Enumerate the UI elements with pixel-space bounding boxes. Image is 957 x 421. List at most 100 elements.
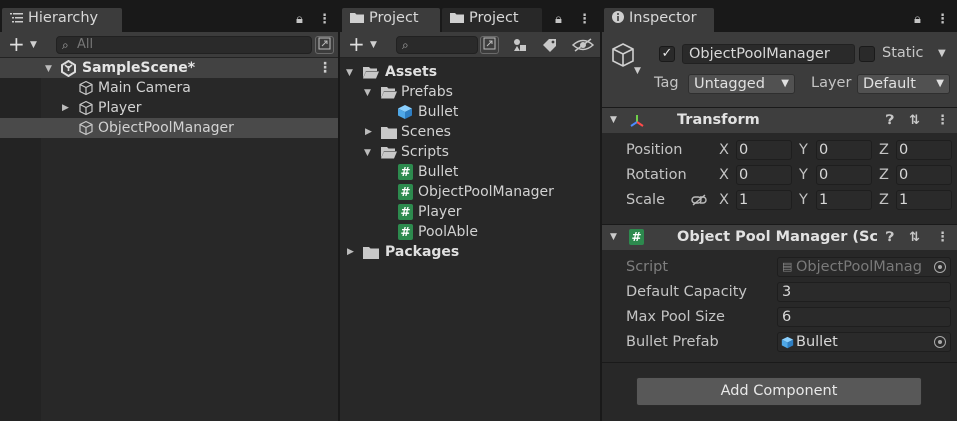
filter-label-icon[interactable] [542,38,557,52]
axis-z-label: Z [879,142,889,158]
hierarchy-item[interactable]: Main Camera [0,78,338,98]
scale-y-field[interactable]: 1 [816,190,872,210]
create-plus-button[interactable]: + [348,34,365,54]
scale-z-field[interactable]: 1 [896,190,952,210]
tree-label: PoolAble [418,224,478,240]
scene-menu-icon[interactable]: ⋮ [318,58,332,78]
static-checkbox[interactable] [859,46,875,62]
position-z-field[interactable]: 0 [896,140,952,160]
position-x-field[interactable]: 0 [736,140,792,160]
hierarchy-panel: Hierarchy 🔒︎ ⋮ + ▼ ⌕ All ▼ SampleScene* … [0,0,338,421]
folder-icon [450,11,464,27]
fold-right-icon[interactable]: ▶ [347,242,354,262]
bullet-prefab-label: Bullet Prefab [626,334,719,350]
pool-component-header[interactable]: ▼ # Object Pool Manager (Scrip ❓︎ ⇅ ⋮ [602,224,957,250]
lock-icon[interactable]: 🔒︎ [914,12,921,27]
fold-right-icon[interactable]: ▶ [62,98,69,118]
constrain-proportions-icon[interactable] [691,193,707,207]
object-name-input[interactable]: ObjectPoolManager [682,44,855,64]
create-dropdown-icon[interactable]: ▼ [30,40,37,50]
create-dropdown-icon[interactable]: ▼ [370,40,377,50]
static-dropdown-icon[interactable]: ▼ [938,48,946,59]
object-picker-icon[interactable] [934,336,946,348]
tree-item-bullet-prefab[interactable]: Bullet [340,102,600,122]
scale-label: Scale [626,192,666,208]
fold-down-icon[interactable]: ▼ [610,225,617,250]
csharp-script-icon: # [398,184,413,200]
tab-inspector[interactable]: Inspector [604,8,714,32]
search-window-button[interactable] [480,36,499,54]
kebab-menu-icon[interactable]: ⋮ [318,12,331,27]
tree-label: Assets [385,64,438,80]
tree-item-scenes[interactable]: ▶ Scenes [340,122,600,142]
script-file-icon: ▤ [782,260,793,273]
rotation-label: Rotation [626,167,687,183]
rotation-z-field[interactable]: 0 [896,165,952,185]
rotation-x-field[interactable]: 0 [736,165,792,185]
hierarchy-search-input[interactable]: ⌕ All [56,36,312,54]
tree-item-scripts[interactable]: ▼ Scripts [340,142,600,162]
script-label: Script [626,259,669,275]
kebab-menu-icon[interactable]: ⋮ [578,12,591,27]
tab-project[interactable]: Project [342,8,440,32]
scene-visibility-button[interactable] [315,36,334,54]
tree-label: Packages [385,244,460,260]
tree-item-script[interactable]: # Player [340,202,600,222]
rotation-y-field[interactable]: 0 [816,165,872,185]
tag-dropdown[interactable]: Untagged ▼ [688,74,795,94]
add-component-button[interactable]: Add Component [636,377,922,406]
default-capacity-field[interactable]: 3 [777,282,951,302]
tab-hierarchy[interactable]: Hierarchy [2,8,122,32]
kebab-menu-icon[interactable]: ⋮ [936,12,949,27]
tab-hierarchy-label: Hierarchy [28,10,99,26]
hierarchy-item[interactable]: ObjectPoolManager [0,118,338,138]
gameobject-cube-icon [79,100,93,116]
tree-item-prefabs[interactable]: ▼ Prefabs [340,82,600,102]
project-panel: Project Project 🔒︎ ⋮ + ▼ ⌕ ▼ Assets ▼ Pr… [340,0,600,421]
layer-dropdown[interactable]: Default ▼ [857,74,950,94]
scene-row[interactable]: ▼ SampleScene* ⋮ [0,58,338,78]
active-checkbox[interactable]: ✓ [659,46,675,62]
csharp-script-icon: # [398,204,413,220]
hidden-eye-icon[interactable] [572,38,594,52]
fold-down-icon[interactable]: ▼ [45,59,52,79]
maximize-icon [483,37,496,50]
bullet-prefab-field[interactable]: Bullet [777,332,951,352]
position-y-field[interactable]: 0 [816,140,872,160]
tree-item-assets[interactable]: ▼ Assets [340,62,600,82]
fold-right-icon[interactable]: ▶ [365,122,372,142]
lock-icon[interactable]: 🔒︎ [296,12,303,27]
folder-open-icon [363,67,379,79]
fold-down-icon[interactable]: ▼ [364,143,371,163]
create-plus-button[interactable]: + [8,34,25,54]
fold-down-icon[interactable]: ▼ [346,63,353,83]
tree-label: Scripts [401,144,449,160]
component-menu-icon[interactable]: ⋮ [936,108,949,133]
tree-item-script[interactable]: # ObjectPoolManager [340,182,600,202]
icon-dropdown-icon[interactable]: ▼ [634,66,641,76]
scale-x-field[interactable]: 1 [736,190,792,210]
tree-label: ObjectPoolManager [418,184,554,200]
folder-icon [381,127,397,139]
folder-open-icon [381,87,397,99]
component-menu-icon[interactable]: ⋮ [936,225,949,250]
hierarchy-tabbar: Hierarchy 🔒︎ ⋮ [0,0,338,32]
help-icon[interactable]: ❓︎ [886,108,894,133]
hierarchy-item[interactable]: ▶ Player [0,98,338,118]
fold-down-icon[interactable]: ▼ [364,83,371,103]
tree-item-packages[interactable]: ▶ Packages [340,242,600,262]
axis-y-label: Y [799,142,808,158]
tree-item-script[interactable]: # PoolAble [340,222,600,242]
tree-item-script[interactable]: # Bullet [340,162,600,182]
lock-icon[interactable]: 🔒︎ [555,12,562,27]
help-icon[interactable]: ❓︎ [886,225,894,250]
filter-type-icon[interactable] [512,37,528,53]
transform-header[interactable]: ▼ Transform ❓︎ ⇅ ⋮ [602,107,957,133]
presets-icon[interactable]: ⇅ [909,225,920,250]
tab-project-2[interactable]: Project [442,8,542,32]
max-pool-size-field[interactable]: 6 [777,307,951,327]
presets-icon[interactable]: ⇅ [909,108,920,133]
fold-down-icon[interactable]: ▼ [610,108,617,133]
maximize-icon [318,37,331,50]
project-search-input[interactable]: ⌕ [396,36,478,54]
